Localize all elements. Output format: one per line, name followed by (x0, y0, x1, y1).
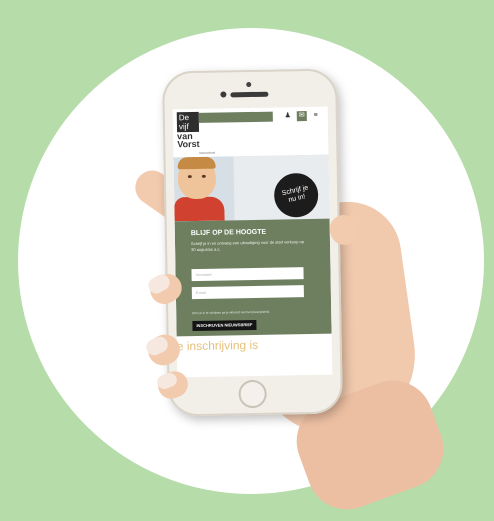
child-shirt (174, 196, 225, 222)
child-eye-left (187, 175, 192, 179)
phone-screen: De vijf van Vorst basisschool ♟ ✉ ≡ Schr… (172, 106, 333, 378)
logo-subtitle: basisschool (199, 150, 216, 155)
content-heading: e inschrijving is (176, 337, 259, 354)
phone-speaker (230, 91, 269, 98)
header-bar (198, 111, 273, 123)
logo-line4: Vorst (177, 138, 200, 150)
newsletter-section: BLIJF OP DE HOOGTE Schrijf je in en ontv… (174, 218, 332, 337)
phone-sensor (246, 81, 252, 88)
logo-wordmark: van Vorst (177, 131, 200, 150)
email-field[interactable]: E-mail (191, 285, 304, 300)
child-eye-right (201, 174, 206, 178)
newsletter-title: BLIJF OP DE HOOGTE (190, 228, 267, 238)
child-hair (177, 156, 216, 170)
logo-line2: vijf (178, 122, 189, 132)
menu-icon[interactable]: ≡ (311, 111, 321, 121)
logo[interactable]: De vijf (176, 111, 200, 133)
phone-camera (220, 91, 227, 98)
mail-icon[interactable]: ✉ (296, 111, 307, 122)
user-icon[interactable]: ♟ (283, 111, 293, 121)
phone: De vijf van Vorst basisschool ♟ ✉ ≡ Schr… (162, 68, 343, 417)
first-name-field[interactable]: Voornaam (191, 267, 304, 282)
subscribe-button[interactable]: INSCHRIJVEN NIEUWSBRIEF (192, 319, 257, 332)
consent-text: Door je in te schrijven ga je akkoord me… (192, 309, 270, 316)
newsletter-text: Schrijf je in en ontvang een uitnodiging… (190, 239, 305, 253)
site-header: De vijf van Vorst basisschool ♟ ✉ ≡ (172, 106, 329, 158)
logo-line1: De (178, 113, 190, 123)
home-button[interactable] (238, 379, 267, 409)
